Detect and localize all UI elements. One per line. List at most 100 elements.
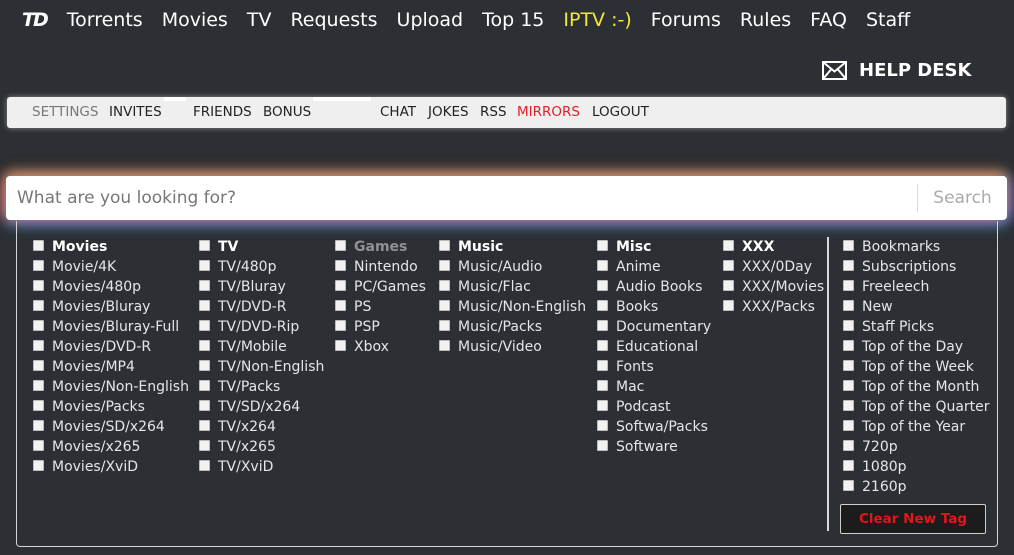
category-option-music-audio[interactable]: Music/Audio — [439, 257, 586, 277]
category-checkbox[interactable] — [199, 319, 210, 331]
category-option-music-video[interactable]: Music/Video — [439, 337, 586, 357]
filter-option-top-of-the-month[interactable]: Top of the Month — [843, 377, 990, 397]
category-checkbox[interactable] — [335, 319, 346, 331]
category-option-music-flac[interactable]: Music/Flac — [439, 277, 586, 297]
category-option-movies-480p[interactable]: Movies/480p — [33, 277, 189, 297]
category-checkbox[interactable] — [33, 459, 44, 471]
category-checkbox[interactable] — [199, 279, 210, 291]
category-checkbox[interactable] — [33, 279, 44, 291]
nav-forums[interactable]: Forums — [651, 9, 721, 31]
category-checkbox[interactable] — [439, 239, 450, 251]
category-checkbox[interactable] — [335, 239, 346, 251]
category-checkbox[interactable] — [33, 259, 44, 271]
category-head-xxx[interactable]: XXX — [723, 237, 824, 257]
filter-option-720p[interactable]: 720p — [843, 437, 990, 457]
category-option-movie-4k[interactable]: Movie/4K — [33, 257, 189, 277]
category-checkbox[interactable] — [723, 239, 734, 251]
filter-option-subscriptions[interactable]: Subscriptions — [843, 257, 990, 277]
category-checkbox[interactable] — [843, 339, 854, 351]
category-option-books[interactable]: Books — [597, 297, 711, 317]
category-checkbox[interactable] — [33, 239, 44, 251]
nav-requests[interactable]: Requests — [290, 9, 377, 31]
category-checkbox[interactable] — [843, 259, 854, 271]
category-checkbox[interactable] — [597, 239, 608, 251]
menu-invites[interactable]: INVITES — [109, 104, 162, 120]
category-checkbox[interactable] — [439, 259, 450, 271]
category-option-audio-books[interactable]: Audio Books — [597, 277, 711, 297]
category-option-tv-packs[interactable]: TV/Packs — [199, 377, 324, 397]
category-checkbox[interactable] — [33, 399, 44, 411]
category-checkbox[interactable] — [199, 459, 210, 471]
category-checkbox[interactable] — [843, 419, 854, 431]
category-head-movies[interactable]: Movies — [33, 237, 189, 257]
filter-option-top-of-the-year[interactable]: Top of the Year — [843, 417, 990, 437]
menu-jokes[interactable]: JOKES — [428, 104, 469, 120]
category-checkbox[interactable] — [33, 339, 44, 351]
nav-faq[interactable]: FAQ — [810, 9, 847, 31]
category-option-psp[interactable]: PSP — [335, 317, 426, 337]
category-checkbox[interactable] — [843, 239, 854, 251]
help-desk-link[interactable]: HELP DESK — [822, 60, 971, 81]
category-option-xxx-movies[interactable]: XXX/Movies — [723, 277, 824, 297]
category-checkbox[interactable] — [439, 319, 450, 331]
category-checkbox[interactable] — [439, 299, 450, 311]
search-input[interactable] — [6, 176, 916, 220]
category-checkbox[interactable] — [597, 339, 608, 351]
category-checkbox[interactable] — [843, 299, 854, 311]
filter-option-freeleech[interactable]: Freeleech — [843, 277, 990, 297]
menu-mirrors[interactable]: MIRRORS — [517, 104, 580, 120]
filter-option-top-of-the-day[interactable]: Top of the Day — [843, 337, 990, 357]
category-head-tv[interactable]: TV — [199, 237, 324, 257]
category-checkbox[interactable] — [199, 439, 210, 451]
search-button[interactable]: Search — [918, 176, 1007, 220]
category-option-tv-x265[interactable]: TV/x265 — [199, 437, 324, 457]
nav-upload[interactable]: Upload — [397, 9, 464, 31]
category-option-tv-sd-x264[interactable]: TV/SD/x264 — [199, 397, 324, 417]
nav-iptv[interactable]: IPTV :-) — [563, 9, 631, 31]
category-option-pc-games[interactable]: PC/Games — [335, 277, 426, 297]
filter-option-new[interactable]: New — [843, 297, 990, 317]
category-checkbox[interactable] — [597, 439, 608, 451]
nav-staff[interactable]: Staff — [866, 9, 910, 31]
category-checkbox[interactable] — [597, 399, 608, 411]
category-option-movies-sd-x264[interactable]: Movies/SD/x264 — [33, 417, 189, 437]
filter-option-bookmarks[interactable]: Bookmarks — [843, 237, 990, 257]
category-option-tv-mobile[interactable]: TV/Mobile — [199, 337, 324, 357]
filter-option-top-of-the-week[interactable]: Top of the Week — [843, 357, 990, 377]
category-checkbox[interactable] — [199, 239, 210, 251]
nav-tv[interactable]: TV — [247, 9, 272, 31]
filter-option-1080p[interactable]: 1080p — [843, 457, 990, 477]
category-checkbox[interactable] — [335, 259, 346, 271]
category-checkbox[interactable] — [33, 319, 44, 331]
menu-chat[interactable]: CHAT — [380, 104, 416, 120]
nav-top15[interactable]: Top 15 — [482, 9, 544, 31]
category-option-movies-dvd-r[interactable]: Movies/DVD-R — [33, 337, 189, 357]
category-option-mac[interactable]: Mac — [597, 377, 711, 397]
nav-torrents[interactable]: Torrents — [67, 9, 143, 31]
category-option-podcast[interactable]: Podcast — [597, 397, 711, 417]
menu-settings[interactable]: SETTINGS — [32, 104, 98, 120]
category-option-software[interactable]: Software — [597, 437, 711, 457]
category-checkbox[interactable] — [199, 419, 210, 431]
category-checkbox[interactable] — [33, 299, 44, 311]
category-checkbox[interactable] — [843, 359, 854, 371]
filter-option-2160p[interactable]: 2160p — [843, 477, 990, 497]
category-checkbox[interactable] — [723, 279, 734, 291]
category-checkbox[interactable] — [723, 299, 734, 311]
category-option-music-non-english[interactable]: Music/Non-English — [439, 297, 586, 317]
category-option-movies-mp4[interactable]: Movies/MP4 — [33, 357, 189, 377]
menu-logout[interactable]: LOGOUT — [592, 104, 649, 120]
category-checkbox[interactable] — [843, 319, 854, 331]
category-option-xxx-0day[interactable]: XXX/0Day — [723, 257, 824, 277]
category-option-tv-bluray[interactable]: TV/Bluray — [199, 277, 324, 297]
category-checkbox[interactable] — [335, 299, 346, 311]
category-head-misc[interactable]: Misc — [597, 237, 711, 257]
category-option-movies-x265[interactable]: Movies/x265 — [33, 437, 189, 457]
category-checkbox[interactable] — [199, 299, 210, 311]
category-option-fonts[interactable]: Fonts — [597, 357, 711, 377]
category-checkbox[interactable] — [597, 299, 608, 311]
category-option-tv-dvd-r[interactable]: TV/DVD-R — [199, 297, 324, 317]
category-checkbox[interactable] — [597, 379, 608, 391]
nav-movies[interactable]: Movies — [162, 9, 228, 31]
category-checkbox[interactable] — [843, 379, 854, 391]
